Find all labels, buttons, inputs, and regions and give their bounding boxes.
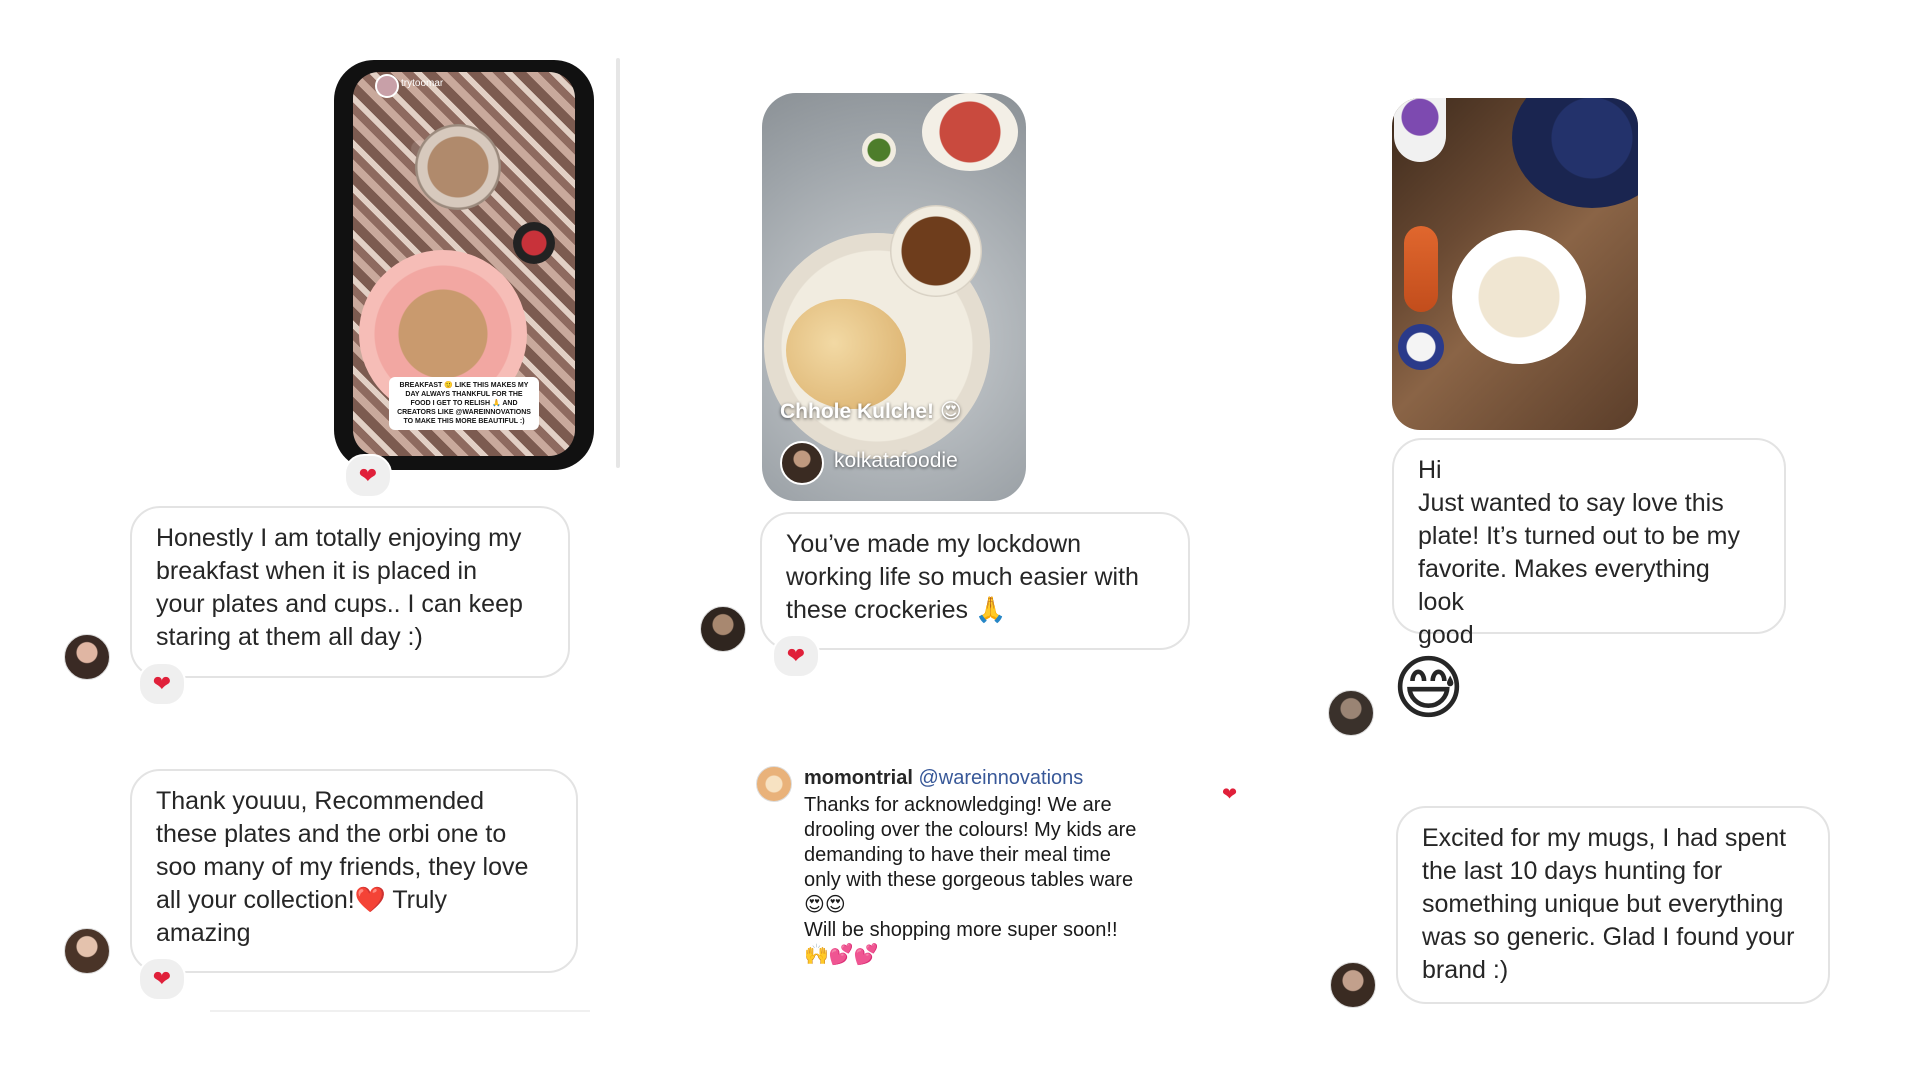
sender-avatar[interactable]: [64, 928, 110, 974]
divider: [616, 58, 620, 468]
chutney-dish: [1404, 226, 1438, 312]
story-reply-image[interactable]: trytoomar BREAKFAST 🙂 LIKE THIS MAKES MY…: [334, 60, 594, 470]
message-bubble-4: Hi Just wanted to say love this plate! I…: [1392, 438, 1786, 649]
sender-avatar[interactable]: [1328, 690, 1374, 736]
story-caption: BREAKFAST 🙂 LIKE THIS MAKES MY DAY ALWAY…: [389, 377, 539, 430]
story-photo-breakfast: trytoomar BREAKFAST 🙂 LIKE THIS MAKES MY…: [353, 72, 575, 456]
message-bubble-5: Excited for my mugs, I had spent the las…: [1396, 806, 1830, 1004]
story-reaction-heart-icon[interactable]: ❤: [344, 454, 392, 498]
commenter-avatar[interactable]: [756, 766, 792, 802]
post-overlay-text: Chhole Kulche! 😍: [780, 400, 962, 423]
comment-header: momontrial @wareinnovations: [804, 766, 1224, 791]
story-user-avatar: [375, 74, 399, 98]
post-user-avatar: [780, 441, 824, 485]
sender-avatar[interactable]: [700, 606, 746, 652]
story-username: trytoomar: [401, 78, 444, 89]
message-bubble-2: Thank youuu, Recommended these plates an…: [130, 769, 578, 973]
strawberry-bowl: [513, 222, 555, 264]
coffee-cup: [415, 124, 501, 210]
reaction-heart-icon[interactable]: ❤: [772, 634, 820, 678]
sender-avatar[interactable]: [1330, 962, 1376, 1008]
salad-bowl: [922, 93, 1018, 171]
comment-like-heart-icon[interactable]: ❤: [1222, 784, 1237, 805]
reaction-heart-icon[interactable]: ❤: [138, 662, 186, 706]
chutney-bowl: [862, 133, 896, 167]
comment-mention[interactable]: @wareinnovations: [918, 767, 1083, 789]
bottom-rule: [210, 1010, 590, 1012]
reaction-heart-icon[interactable]: ❤: [138, 957, 186, 1001]
shared-post-image[interactable]: Chhole Kulche! 😍 kolkatafoodie: [762, 93, 1026, 501]
comment-username[interactable]: momontrial: [804, 767, 913, 789]
mayo-bowl: [1398, 324, 1444, 370]
message-bubble-3: You’ve made my lockdown working life so …: [760, 512, 1190, 650]
flower-vase: [1394, 98, 1446, 162]
blue-cloth: [1512, 98, 1638, 208]
sweat-smile-emoji: 😅: [1392, 649, 1465, 727]
shared-post-image[interactable]: [1392, 98, 1638, 430]
momo-plate: [1452, 230, 1586, 364]
chhole-bowl: [890, 205, 982, 297]
comment-body: Thanks for acknowledging! We are droolin…: [804, 794, 1137, 966]
sender-avatar[interactable]: [64, 634, 110, 680]
message-bubble-1: Honestly I am totally enjoying my breakf…: [130, 506, 570, 678]
post-username[interactable]: kolkatafoodie: [834, 449, 958, 473]
